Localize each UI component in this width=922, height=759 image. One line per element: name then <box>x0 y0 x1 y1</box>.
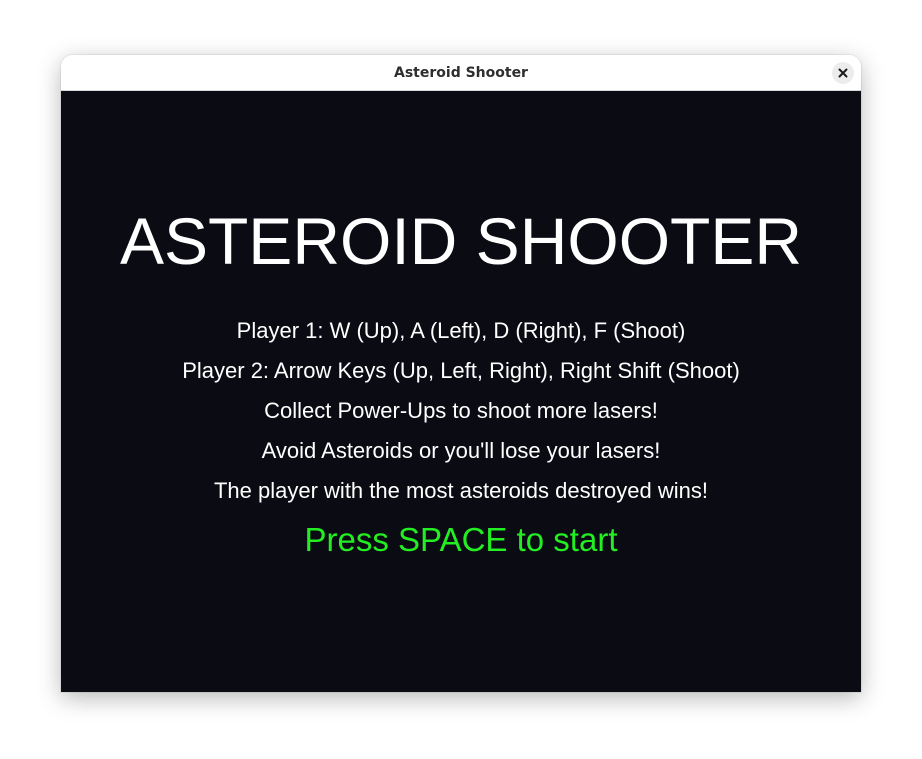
start-prompt: Press SPACE to start <box>304 521 618 558</box>
instruction-line: Collect Power-Ups to shoot more lasers! <box>264 398 658 423</box>
instructions-list: Player 1: W (Up), A (Left), D (Right), F… <box>61 316 861 516</box>
app-window: Asteroid Shooter ASTEROID SHOOTER Player… <box>61 55 861 692</box>
instruction-line: The player with the most asteroids destr… <box>213 478 708 503</box>
game-canvas[interactable]: ASTEROID SHOOTER Player 1: W (Up), A (Le… <box>61 91 861 692</box>
instruction-line: Player 1: W (Up), A (Left), D (Right), F… <box>236 318 686 343</box>
instruction-line: Avoid Asteroids or you'll lose your lase… <box>261 438 661 463</box>
instruction-line: Player 2: Arrow Keys (Up, Left, Right), … <box>182 358 740 383</box>
close-button[interactable] <box>832 62 854 84</box>
title-bar: Asteroid Shooter <box>61 55 861 91</box>
game-title: ASTEROID SHOOTER <box>119 204 803 278</box>
close-icon <box>838 68 848 78</box>
window-title: Asteroid Shooter <box>394 65 528 81</box>
